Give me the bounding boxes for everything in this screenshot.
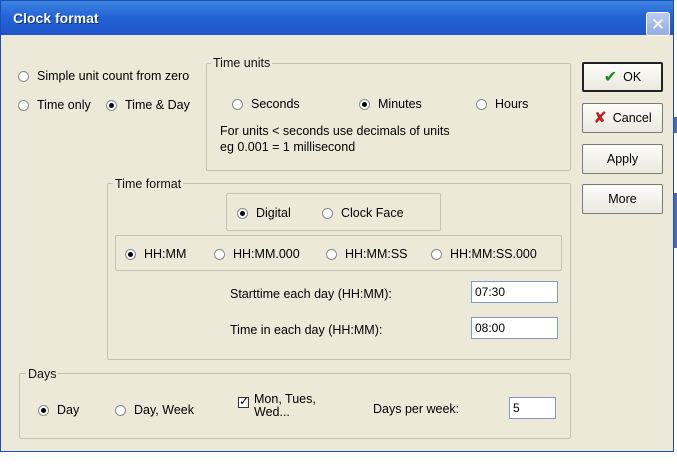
- day-length-input[interactable]: [471, 317, 558, 339]
- radio-day-week[interactable]: Day, Week: [115, 403, 194, 417]
- radio-label: HH:MM.000: [233, 247, 300, 261]
- start-time-input[interactable]: [471, 281, 558, 303]
- radio-time-only[interactable]: Time only: [18, 98, 91, 112]
- days-per-week-label: Days per week:: [373, 402, 460, 416]
- radio-indicator: [237, 207, 248, 219]
- radio-indicator: [125, 248, 136, 260]
- days-title: Days: [26, 367, 59, 381]
- radio-minutes[interactable]: Minutes: [359, 97, 422, 111]
- radio-hours[interactable]: Hours: [476, 97, 528, 111]
- radio-digital[interactable]: Digital: [237, 206, 291, 220]
- radio-simple-unit-count[interactable]: Simple unit count from zero: [18, 69, 189, 83]
- x-icon: ✘: [593, 110, 607, 127]
- ok-button[interactable]: ✔ OK: [582, 62, 663, 92]
- check-icon: ✔: [603, 69, 618, 86]
- checkbox-label: Mon, Tues, Wed...: [254, 392, 316, 419]
- close-icon: ✕: [650, 14, 666, 34]
- radio-label: Hours: [495, 97, 529, 111]
- radio-indicator: [232, 98, 243, 110]
- apply-button[interactable]: Apply: [582, 144, 663, 174]
- radio-label: Digital: [256, 206, 291, 220]
- radio-clock-face[interactable]: Clock Face: [322, 206, 404, 220]
- days-per-week-input[interactable]: [509, 397, 556, 419]
- radio-time-and-day[interactable]: Time & Day: [106, 98, 190, 112]
- radio-indicator: [214, 248, 225, 260]
- radio-indicator: [18, 99, 29, 111]
- radio-label: Seconds: [251, 97, 300, 111]
- units-note-line1: For units < seconds use decimals of unit…: [220, 124, 450, 138]
- radio-indicator: [115, 404, 126, 416]
- cancel-button[interactable]: ✘ Cancel: [582, 103, 663, 133]
- title-bar[interactable]: Clock format ✕: [1, 1, 673, 36]
- time-units-title: Time units: [211, 56, 273, 70]
- radio-indicator: [476, 98, 487, 110]
- cancel-label: Cancel: [612, 111, 652, 125]
- start-time-label: Starttime each day (HH:MM):: [230, 287, 392, 301]
- time-format-title: Time format: [113, 177, 184, 191]
- dialog-title: Clock format: [13, 10, 99, 26]
- ok-label: OK: [623, 70, 642, 84]
- radio-label: Day: [57, 403, 80, 417]
- radio-seconds[interactable]: Seconds: [232, 97, 300, 111]
- day-length-label: Time in each day (HH:MM):: [230, 323, 383, 337]
- radio-hh-mm-ss-000[interactable]: HH:MM:SS.000: [431, 247, 537, 261]
- radio-indicator: [106, 99, 117, 111]
- radio-indicator: [322, 207, 333, 219]
- radio-indicator: [326, 248, 337, 260]
- checkbox-day-names[interactable]: ✓ Mon, Tues, Wed...: [238, 393, 334, 419]
- radio-label: HH:MM: [144, 247, 187, 261]
- radio-label: HH:MM:SS: [345, 247, 408, 261]
- more-button[interactable]: More: [582, 184, 663, 214]
- radio-label: Simple unit count from zero: [37, 69, 190, 83]
- time-units-group: [206, 63, 571, 171]
- radio-hh-mm-ss[interactable]: HH:MM:SS: [326, 247, 408, 261]
- more-label: More: [608, 192, 637, 206]
- radio-label: Time only: [37, 98, 91, 112]
- radio-indicator: [359, 98, 370, 110]
- check-mark-icon: ✓: [239, 394, 250, 408]
- units-note-line2: eg 0.001 = 1 millisecond: [220, 140, 356, 154]
- radio-label: Day, Week: [134, 403, 194, 417]
- clock-format-dialog: Clock format ✕ Simple unit count from ze…: [0, 0, 674, 452]
- radio-indicator: [18, 70, 29, 82]
- radio-label: Time & Day: [125, 98, 190, 112]
- radio-hh-mm[interactable]: HH:MM: [125, 247, 186, 261]
- radio-label: Clock Face: [341, 206, 404, 220]
- apply-label: Apply: [606, 152, 639, 166]
- radio-hh-mm-000[interactable]: HH:MM.000: [214, 247, 300, 261]
- radio-indicator: [431, 248, 442, 260]
- radio-indicator: [38, 404, 49, 416]
- checkbox-indicator: ✓: [238, 394, 250, 408]
- radio-label: Minutes: [378, 97, 422, 111]
- radio-day[interactable]: Day: [38, 403, 79, 417]
- close-button[interactable]: ✕: [646, 12, 670, 36]
- radio-label: HH:MM:SS.000: [450, 247, 537, 261]
